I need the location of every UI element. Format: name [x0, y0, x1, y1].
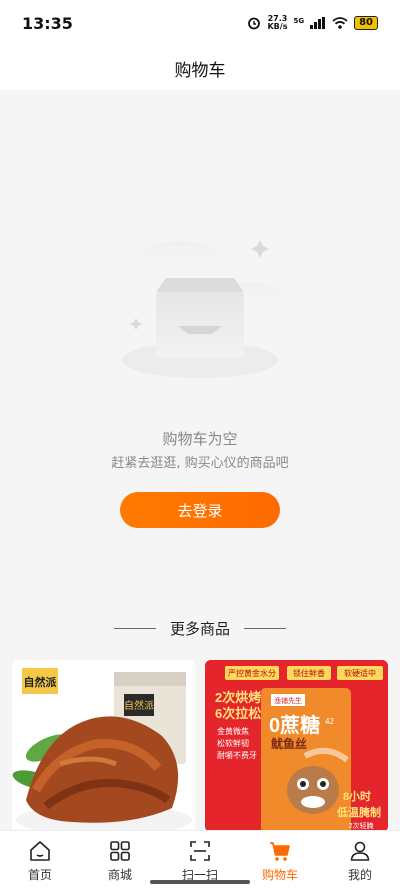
more-products-title: 更多商品	[169, 620, 230, 638]
home-indicator	[150, 880, 250, 884]
scan-icon	[190, 841, 210, 861]
home-icon	[30, 841, 50, 861]
page-title: 购物车	[174, 60, 226, 81]
battery-indicator: 80	[354, 16, 378, 30]
alarm-icon	[248, 17, 261, 30]
promo-slogan: 2次轻腌	[349, 821, 374, 830]
tab-profile[interactable]: 我的	[320, 831, 400, 889]
empty-box-illustration	[122, 240, 286, 378]
pack-headline: 0蔗糖	[269, 713, 320, 737]
promo-tag: 锁住鲜香	[293, 668, 325, 678]
wifi-icon	[332, 17, 348, 29]
pack-number: 42	[325, 717, 334, 726]
promo-line: 6次拉松	[215, 706, 261, 721]
product-image: 严控黄金水分 锁住鲜香 软硬适中 2次烘烤 6次拉松 金黄微焦 松软鲜韧 耐嚼不…	[205, 660, 388, 832]
net-speed: 27.3 KB/s	[267, 15, 287, 31]
empty-cart-title: 购物车为空	[162, 430, 238, 448]
brand-label: 自然派	[24, 675, 58, 689]
user-icon	[350, 841, 370, 861]
promo-bullet: 耐嚼不费牙	[217, 750, 257, 760]
bottom-tab-bar: 首页 商城 扫一扫 购物车 我的	[0, 830, 400, 889]
divider-right	[244, 628, 286, 629]
tab-label: 我的	[347, 868, 372, 882]
pack-product-name: 鱿鱼丝	[271, 736, 307, 751]
tab-label: 购物车	[261, 868, 298, 882]
empty-cart-subtitle: 赶紧去逛逛, 购买心仪的商品吧	[111, 456, 289, 471]
cart-icon	[270, 842, 290, 861]
product-image: 自然派 自然派	[12, 660, 195, 832]
promo-tag: 严控黄金水分	[228, 668, 276, 678]
net-speed-unit: KB/s	[267, 22, 288, 31]
promo-bullet: 金黄微焦	[217, 726, 249, 736]
promo-line: 2次烘烤	[215, 690, 261, 705]
promo-slogan: 8小时	[343, 789, 371, 803]
tab-mall[interactable]: 商城	[80, 831, 160, 889]
tab-label: 首页	[27, 868, 52, 882]
grid-icon	[110, 841, 130, 861]
product-card[interactable]: 严控黄金水分 锁住鲜香 软硬适中 2次烘烤 6次拉松 金黄微焦 松软鲜韧 耐嚼不…	[205, 660, 388, 832]
signal-icon	[310, 17, 326, 29]
network-type: 5G	[293, 17, 305, 25]
login-button[interactable]: 去登录	[120, 492, 280, 528]
pack-brand-label: 渔铺先生	[274, 696, 302, 705]
tab-cart[interactable]: 购物车	[240, 831, 320, 889]
title-bar: 购物车	[0, 46, 400, 90]
status-icons: 27.3 KB/s 5G 80	[247, 15, 378, 31]
tab-label: 商城	[107, 868, 132, 882]
divider-left	[113, 628, 156, 629]
tab-home[interactable]: 首页	[0, 831, 80, 889]
product-card[interactable]: 自然派 自然派	[12, 660, 195, 832]
status-time: 13:35	[22, 13, 73, 33]
pack-brand-label: 自然派	[124, 699, 154, 712]
more-products-header: 更多商品	[0, 618, 400, 639]
status-bar: 13:35 27.3 KB/s 5G 80	[0, 0, 400, 46]
promo-slogan: 低温腌制	[336, 805, 381, 819]
promo-bullet: 松软鲜韧	[217, 738, 249, 748]
promo-tag: 软硬适中	[344, 668, 376, 678]
